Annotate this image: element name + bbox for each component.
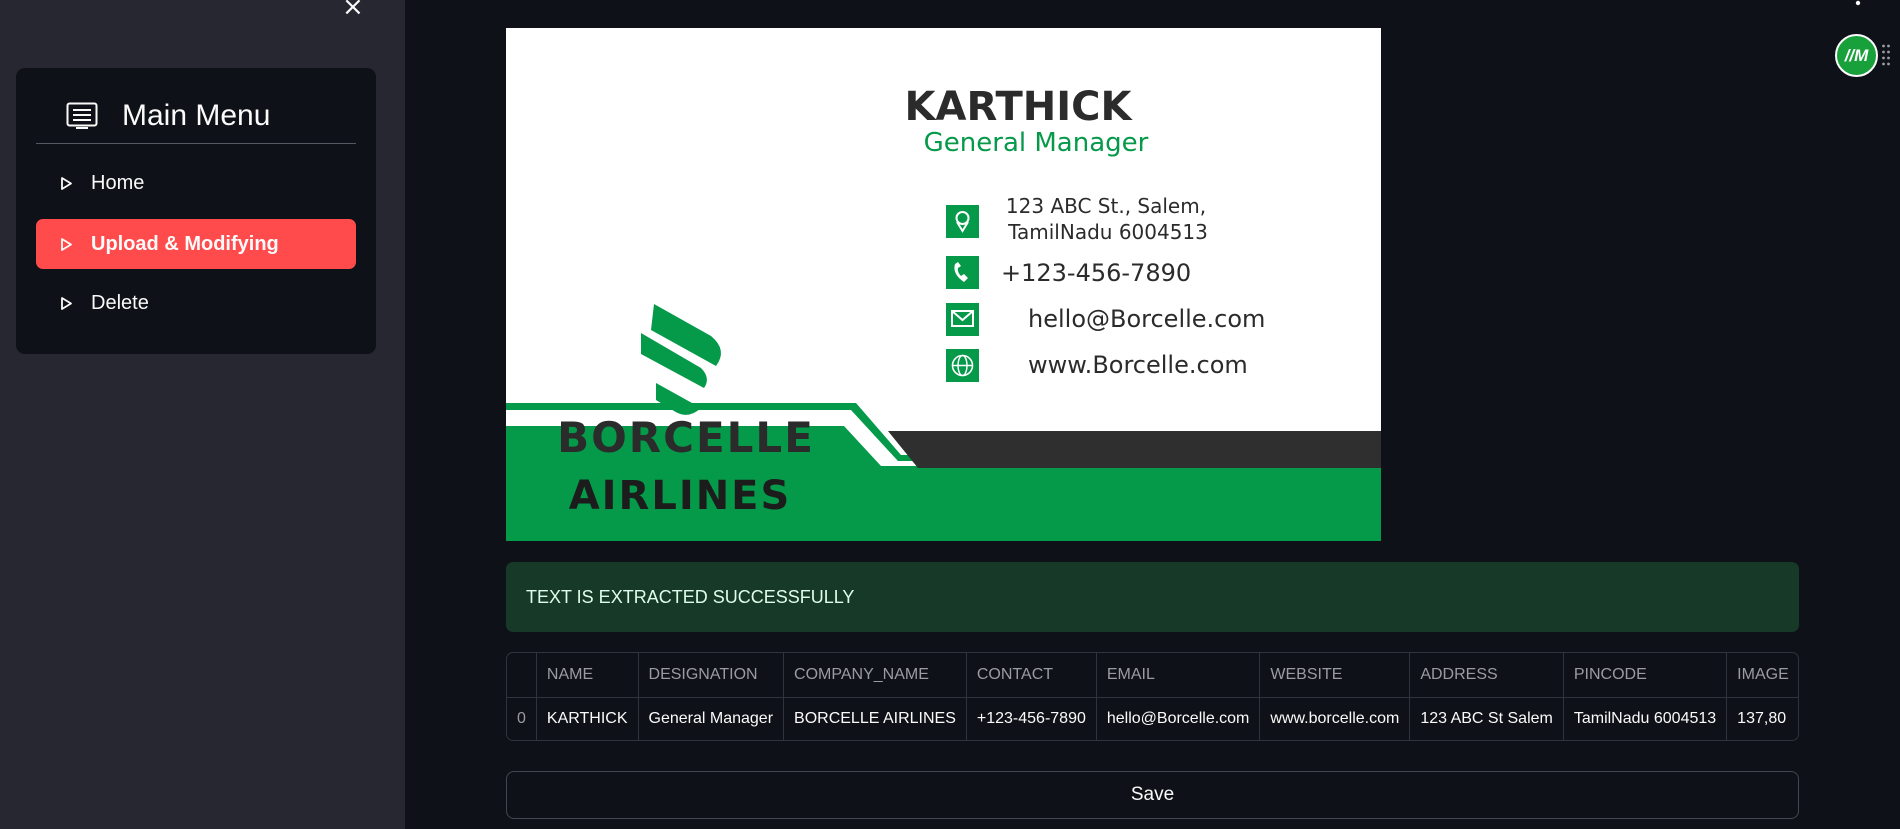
success-message: TEXT IS EXTRACTED SUCCESSFULLY	[526, 586, 855, 607]
caret-right-icon	[61, 176, 72, 190]
card-email: hello@Borcelle.com	[1028, 305, 1265, 333]
cell-website[interactable]: www.borcelle.com	[1259, 697, 1411, 740]
phone-icon	[946, 256, 979, 289]
menu-list-icon	[66, 102, 98, 129]
card-address-line2: TamilNadu 6004513	[1007, 220, 1208, 244]
avatar[interactable]: //M	[1835, 34, 1878, 77]
card-designation: General Manager	[924, 128, 1149, 158]
column-header-name[interactable]: NAME	[536, 653, 639, 698]
column-header-image[interactable]: IMAGE	[1726, 653, 1798, 698]
extracted-data-table[interactable]: NAME DESIGNATION COMPANY_NAME CONTACT EM…	[506, 652, 1799, 741]
menu-title: Main Menu	[122, 98, 271, 132]
success-alert: TEXT IS EXTRACTED SUCCESSFULLY	[506, 562, 1799, 632]
mail-icon	[946, 303, 979, 336]
avatar-label: //M	[1844, 45, 1869, 65]
menu-item-home[interactable]: Home	[36, 158, 356, 208]
column-header-pincode[interactable]: PINCODE	[1563, 653, 1728, 698]
card-phone: +123-456-7890	[1001, 259, 1191, 287]
menu-item-label: Delete	[91, 291, 149, 314]
main-menu: Main Menu Home Upload & Modifying Delete	[16, 68, 376, 354]
business-card-graphic: KARTHICK General Manager 123 ABC St., Sa…	[506, 28, 1381, 541]
cell-name[interactable]: KARTHICK	[536, 697, 639, 740]
menu-item-label: Home	[91, 171, 145, 194]
column-header-designation[interactable]: DESIGNATION	[638, 653, 785, 698]
column-header-website[interactable]: WEBSITE	[1259, 653, 1411, 698]
card-name: KARTHICK	[905, 84, 1134, 130]
more-options-icon[interactable]	[1855, 0, 1861, 6]
column-header-index[interactable]	[507, 653, 537, 698]
globe-icon	[946, 349, 979, 382]
table-row[interactable]: 0 KARTHICK General Manager BORCELLE AIRL…	[507, 697, 1798, 740]
close-sidebar-icon[interactable]: ×	[342, 0, 364, 22]
caret-right-icon	[61, 237, 72, 251]
cell-contact[interactable]: +123-456-7890	[966, 697, 1097, 740]
cell-designation[interactable]: General Manager	[638, 697, 785, 740]
card-website: www.Borcelle.com	[1028, 351, 1248, 379]
location-icon	[946, 205, 979, 238]
save-button[interactable]: Save	[506, 771, 1799, 819]
column-header-email[interactable]: EMAIL	[1096, 653, 1261, 698]
card-company-line1: BORCELLE	[557, 413, 815, 462]
drag-handle-icon[interactable]	[1881, 42, 1891, 70]
cell-email[interactable]: hello@Borcelle.com	[1096, 697, 1261, 740]
cell-image[interactable]: 137,80	[1726, 697, 1798, 740]
card-company-line2: AIRLINES	[569, 473, 792, 519]
caret-right-icon	[61, 296, 72, 310]
menu-item-upload-modifying[interactable]: Upload & Modifying	[36, 219, 356, 269]
cell-pincode[interactable]: TamilNadu 6004513	[1563, 697, 1728, 740]
column-header-address[interactable]: ADDRESS	[1409, 653, 1564, 698]
column-header-company-name[interactable]: COMPANY_NAME	[783, 653, 967, 698]
table-header-row: NAME DESIGNATION COMPANY_NAME CONTACT EM…	[507, 653, 1798, 698]
uploaded-card-image: KARTHICK General Manager 123 ABC St., Sa…	[506, 28, 1381, 541]
column-header-contact[interactable]: CONTACT	[966, 653, 1097, 698]
row-index-cell: 0	[507, 697, 537, 740]
menu-item-label: Upload & Modifying	[91, 232, 279, 255]
menu-item-delete[interactable]: Delete	[36, 278, 356, 328]
menu-header: Main Menu	[36, 88, 356, 144]
cell-company-name[interactable]: BORCELLE AIRLINES	[783, 697, 967, 740]
sidebar: × Main Menu Home Upload & Modifying Dele…	[0, 0, 405, 829]
cell-address[interactable]: 123 ABC St Salem	[1409, 697, 1564, 740]
card-address-line1: 123 ABC St., Salem,	[1006, 194, 1206, 218]
